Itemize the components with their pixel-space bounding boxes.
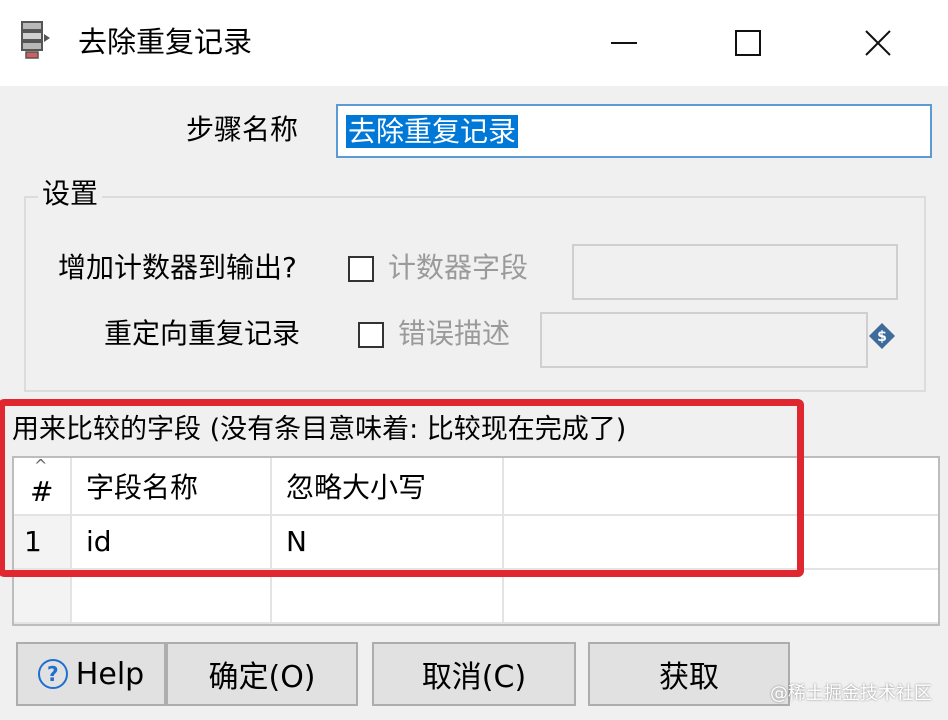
redirect-duplicates-checkbox[interactable] (358, 322, 384, 348)
dedupe-step-icon (20, 20, 52, 60)
row-number: 1 (14, 516, 72, 570)
watermark: @稀土掘金技术社区 (770, 683, 932, 704)
help-button[interactable]: ? Help (16, 642, 166, 706)
error-description-input[interactable] (540, 312, 868, 368)
compare-fields-title: 用来比较的字段 (没有条目意味着: 比较现在完成了) (12, 414, 627, 445)
close-button[interactable] (846, 14, 910, 72)
add-counter-checkbox[interactable] (348, 256, 374, 282)
row-number (14, 570, 72, 624)
field-name-cell[interactable] (72, 570, 272, 624)
step-name-value: 去除重复记录 (346, 115, 519, 148)
settings-group-title: 设置 (38, 176, 103, 212)
counter-field-label: 计数器字段 (388, 251, 529, 284)
redirect-duplicates-label: 重定向重复记录 (104, 317, 301, 350)
help-button-label: Help (75, 656, 145, 692)
cancel-button[interactable]: 取消(C) (372, 642, 576, 706)
column-header-empty (504, 458, 938, 516)
close-icon (865, 30, 891, 56)
add-counter-label: 增加计数器到输出? (58, 251, 297, 284)
ignore-case-cell[interactable] (272, 570, 504, 624)
ignore-case-cell[interactable]: N (272, 516, 504, 570)
error-description-label: 错误描述 (398, 317, 511, 350)
step-name-input[interactable]: 去除重复记录 (336, 104, 932, 158)
minimize-button[interactable] (592, 14, 656, 72)
compare-fields-table: ^ # 字段名称 忽略大小写 1 id N (12, 456, 940, 626)
maximize-icon (735, 30, 761, 56)
column-header-field-name[interactable]: 字段名称 (72, 458, 272, 516)
minimize-icon (611, 42, 637, 44)
sort-caret-icon: ^ (34, 458, 48, 475)
svg-text:$: $ (877, 329, 887, 345)
column-header-ignore-case[interactable]: 忽略大小写 (272, 458, 504, 516)
window-title: 去除重复记录 (78, 25, 253, 59)
field-name-cell[interactable]: id (72, 516, 272, 570)
get-fields-button[interactable]: 获取 (588, 642, 790, 706)
variable-icon[interactable]: $ (868, 322, 896, 350)
ok-button[interactable]: 确定(O) (166, 642, 358, 706)
empty-cell (504, 570, 938, 624)
step-name-label: 步骤名称 (186, 113, 299, 146)
maximize-button[interactable] (716, 14, 780, 72)
column-header-number[interactable]: ^ # (14, 458, 72, 516)
counter-field-input[interactable] (572, 244, 898, 300)
help-icon: ? (37, 659, 68, 689)
empty-cell (504, 516, 938, 570)
